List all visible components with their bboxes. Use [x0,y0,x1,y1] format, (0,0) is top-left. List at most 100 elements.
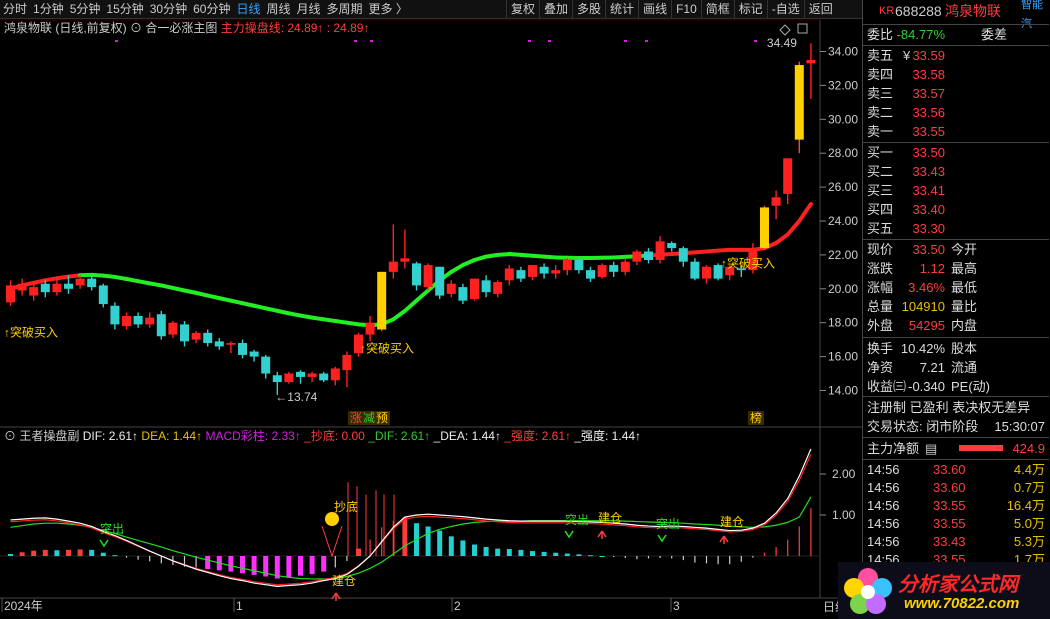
high-label: 34.49 [767,36,797,50]
candle-body [203,332,213,344]
down-arrow-icon [99,539,109,548]
quote-panel: KR 688288 鸿泉物联 智能汽 委比 -84.77% 委差 卖五 ¥33.5… [823,0,1050,619]
signal-dot [115,40,118,42]
chaodi-triangle [321,525,343,558]
stat-row: 涨幅 3.46% 最低 [863,278,1049,297]
main-line-segment [391,308,407,322]
order-price: 33.59 [912,48,945,63]
smiley-icon [325,512,339,526]
dea-line [10,496,812,580]
price-tick-label: 24.00 [828,214,858,228]
candle-body [87,278,97,288]
candle-body [6,285,15,303]
stock-name: 鸿泉物联 [945,3,1001,19]
flower-logo-icon [844,568,892,614]
order-row: 卖一 33.55 [863,122,1049,141]
stat-label: 外盘 [867,318,894,333]
stat-value: 3.46% [908,280,945,295]
macd-bar [518,549,524,556]
order-label: 买二 [867,164,894,179]
macd-bar [346,556,348,561]
diamond-icon[interactable] [779,24,791,36]
x-tick-label: 3 [673,599,680,613]
buy-signal-label: ↑突破买入 [721,255,775,270]
order-price: 33.30 [912,221,945,236]
trade-time: 14:56 [867,498,900,513]
qiangdu-label: _强度: 2.61↑ [504,429,571,443]
macd-bar [576,554,582,556]
macd-bar [286,556,292,578]
up-arrow-icon [719,535,729,544]
macd-bar [775,546,777,556]
macd-bar [495,548,501,556]
signal-dot [645,40,648,42]
candle-body [574,259,584,271]
stat-label: 涨幅 [867,280,894,295]
candle-body [272,375,282,383]
candle-body [760,207,769,249]
order-price: 33.50 [912,145,945,160]
tags-row: 注册制 已盈利 表决权无差异 [863,398,1049,417]
macd-bar [228,556,234,572]
chart-area[interactable]: 34.0032.0030.0028.0026.0024.0022.0020.00… [0,0,862,619]
price-tick-label: 14.00 [828,384,858,398]
order-price: 33.43 [912,164,945,179]
macd-bar [694,556,696,563]
low-label: ←13.74 [275,390,317,404]
status-row: 交易状态: 闭市阶段 15:30:07 [863,417,1049,436]
macd-bar [599,556,605,557]
candle-body [551,270,561,274]
candle-body [412,263,421,286]
down-arrow-icon [564,530,574,539]
strength-line [10,454,812,586]
bang-label: 榜 [750,410,762,425]
trade-time: 14:56 [867,462,900,477]
watermark-url: www.70822.com [904,595,1020,612]
candle-body [678,248,688,262]
order-label: 买三 [867,183,894,198]
order-label: 卖四 [867,67,894,82]
candle-body [702,266,711,279]
settings-icon[interactable]: ⊙ [4,429,19,443]
weicha-label: 委差 [981,27,1008,42]
stat-label-2: 股本 [951,341,978,356]
macd-bar [100,552,106,556]
tuchu-label: 突出 [565,512,589,527]
candle-body [296,371,305,377]
candle-body [377,271,387,330]
main-line-segment [774,232,790,246]
sub-indicator-name[interactable]: 王者操盘副 [19,429,79,443]
stat-label-2: 最低 [951,280,978,295]
macd-bar [125,556,128,558]
candle-body [794,65,804,140]
price-tick-label: 18.00 [828,316,858,330]
macd-bar [42,549,48,556]
candle-body [145,317,155,325]
watermark-title: 分析家公式网 [898,574,1018,596]
candle-body [470,278,479,299]
candle-body [191,332,201,340]
price-tick-label: 32.00 [828,78,858,92]
stat-label-2: 内盘 [951,318,978,333]
order-label: 卖五 [867,48,894,63]
buy-signal-label: ↑突破买入 [360,341,414,356]
candle-body [400,258,410,262]
macd-bar [251,556,257,575]
candle-body [493,282,503,294]
price-tick-label: 30.00 [828,112,858,126]
chaodi-label: _抄底: 0.00 [304,429,365,443]
stat-row: 总量 104910 量比 [863,297,1049,316]
signal-dot [528,40,531,42]
macd-bar [530,551,535,556]
kr-badge: KR [879,5,895,17]
order-row: 买二 33.43 [863,162,1049,181]
macd-bar [77,549,83,556]
order-row: 卖五 ¥33.59 [863,46,1049,65]
trade-price: 33.43 [933,534,966,549]
maximize-icon[interactable] [797,23,808,34]
stat-label: 现价 [867,242,894,257]
order-row: 买三 33.41 [863,181,1049,200]
macd-bar [160,556,162,564]
list-icon[interactable]: ▤ [925,439,937,458]
macd-bar [682,556,684,561]
